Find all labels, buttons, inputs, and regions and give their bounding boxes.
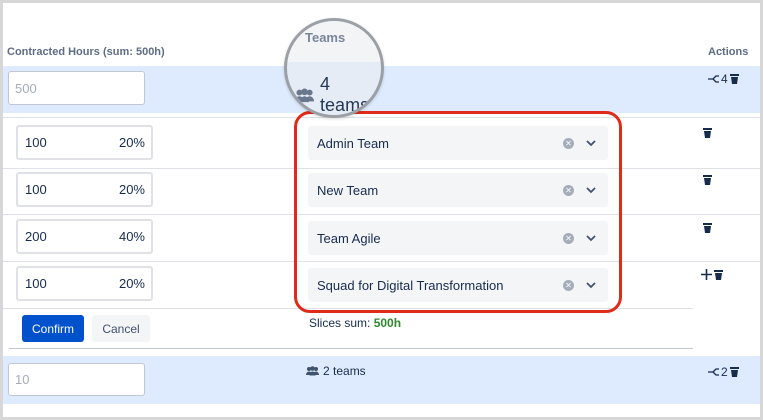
group-hours-value: 10 bbox=[15, 372, 30, 387]
magnifier-overlay: Teams 4 teams bbox=[284, 18, 384, 118]
split-icon[interactable] bbox=[708, 367, 719, 377]
slice-percent: 20% bbox=[118, 135, 145, 150]
trash-icon[interactable] bbox=[714, 269, 723, 280]
contracted-hours-header: Contracted Hours (sum: 500h) bbox=[7, 46, 165, 58]
group-icon bbox=[295, 87, 315, 102]
group-hours-input[interactable]: 10 bbox=[8, 363, 145, 396]
trash-icon[interactable] bbox=[729, 74, 739, 84]
slice-hours-value: 100 bbox=[25, 135, 47, 150]
trash-icon[interactable] bbox=[703, 223, 712, 233]
slice-hours-input[interactable]: 100 20% bbox=[16, 172, 153, 207]
subgroup-count: 2 bbox=[721, 365, 728, 379]
teams-summary-label: 4 teams bbox=[320, 74, 370, 115]
group-icon bbox=[306, 366, 319, 376]
teams-summary: 2 teams bbox=[306, 364, 366, 378]
slice-hours-input[interactable]: 200 40% bbox=[16, 219, 153, 254]
group-actions: 4 bbox=[708, 72, 739, 86]
slice-hours-input[interactable]: 100 20% bbox=[16, 125, 153, 160]
cancel-button[interactable]: Cancel bbox=[92, 315, 150, 342]
trash-icon[interactable] bbox=[703, 128, 712, 138]
slice-percent: 20% bbox=[118, 276, 145, 291]
teams-summary: 4 teams bbox=[295, 74, 381, 115]
trash-icon[interactable] bbox=[703, 175, 712, 185]
slice-percent: 20% bbox=[118, 182, 145, 197]
trash-icon[interactable] bbox=[729, 367, 739, 377]
teams-summary-label: 2 teams bbox=[323, 364, 366, 378]
subgroup-count: 4 bbox=[721, 72, 728, 86]
slice-hours-value: 100 bbox=[25, 276, 47, 291]
slice-percent: 40% bbox=[118, 229, 145, 244]
slices-sum-label: Slices sum: bbox=[309, 316, 371, 330]
split-icon[interactable] bbox=[708, 74, 719, 84]
group-hours-input[interactable]: 500 bbox=[8, 71, 145, 105]
slices-sum: Slices sum: 500h bbox=[309, 316, 401, 330]
teams-header: Teams bbox=[305, 30, 346, 45]
row-actions bbox=[701, 269, 723, 280]
slice-hours-value: 200 bbox=[25, 229, 47, 244]
slices-sum-value: 500h bbox=[373, 316, 402, 330]
annotation-highlight-box bbox=[294, 111, 622, 313]
actions-header: Actions bbox=[708, 46, 749, 58]
group-hours-value: 500 bbox=[15, 80, 37, 96]
confirm-button[interactable]: Confirm bbox=[22, 315, 84, 342]
plus-icon[interactable] bbox=[701, 269, 712, 280]
slice-hours-input[interactable]: 100 20% bbox=[16, 266, 153, 301]
divider bbox=[9, 348, 693, 349]
slice-hours-value: 100 bbox=[25, 182, 47, 197]
team-allocation-panel: Contracted Hours (sum: 500h) Actions 500… bbox=[3, 3, 760, 417]
group-actions: 2 bbox=[708, 365, 739, 379]
